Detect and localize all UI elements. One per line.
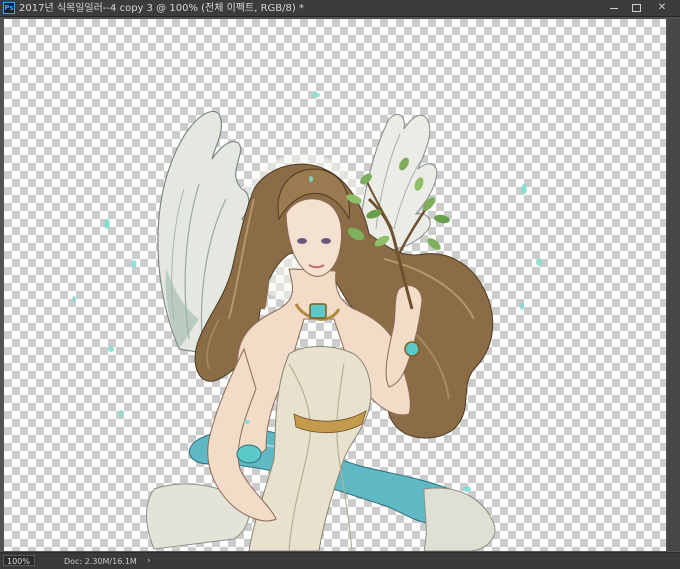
document-canvas[interactable]	[4, 19, 666, 551]
document-title: 2017년 식목일일러--4 copy 3 @ 100% (전체 이펙트, RG…	[19, 3, 304, 14]
right-wing	[358, 114, 438, 252]
minimize-icon	[610, 8, 618, 9]
zoom-level-field[interactable]: 100%	[3, 555, 35, 566]
minimize-button[interactable]	[603, 0, 625, 16]
maximize-icon	[631, 4, 641, 12]
document-size-info[interactable]: Doc: 2.30M/16.1M	[64, 556, 137, 567]
document-tab-titlebar[interactable]: Ps 2017년 식목일일러--4 copy 3 @ 100% (전체 이펙트,…	[0, 0, 680, 17]
photoshop-icon: Ps	[3, 2, 15, 14]
vertical-scrollbar[interactable]	[667, 19, 680, 551]
artwork-layer	[72, 92, 542, 551]
document-window: Ps 2017년 식목일일러--4 copy 3 @ 100% (전체 이펙트,…	[0, 0, 680, 569]
status-menu-arrow-icon[interactable]: ›	[147, 555, 151, 567]
close-button[interactable]: ✕	[651, 0, 673, 16]
status-bar: 100% Doc: 2.30M/16.1M ›	[0, 552, 680, 569]
maximize-button[interactable]	[625, 0, 647, 16]
